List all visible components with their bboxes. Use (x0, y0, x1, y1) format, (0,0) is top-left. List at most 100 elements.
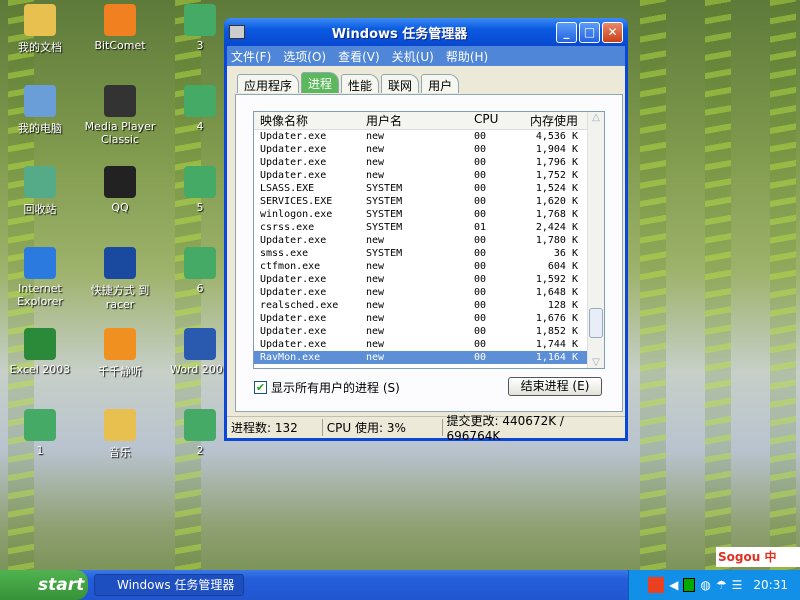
scroll-down-icon[interactable]: ▽ (588, 357, 604, 368)
process-cell: 00 (474, 144, 487, 155)
menu-help[interactable]: 帮助(H) (446, 48, 488, 65)
process-cell: 00 (474, 196, 487, 207)
process-cell: 00 (474, 287, 487, 298)
end-process-button[interactable]: 结束进程 (E) (508, 377, 602, 396)
process-cell: SYSTEM (366, 209, 403, 220)
process-row[interactable]: SERVICES.EXE SYSTEM 00 1,620 K (254, 195, 604, 208)
desktop-icon-label: 2 (196, 444, 204, 457)
menu-view[interactable]: 查看(V) (338, 48, 380, 65)
process-list[interactable]: 映像名称 用户名 CPU 内存使用 Updater.exe new 00 4,536 … (253, 111, 605, 369)
start-button[interactable]: start (0, 570, 88, 600)
desktop-icon[interactable]: 回收站 (0, 166, 80, 217)
ime-toolbar[interactable]: Sogou 中 (716, 547, 800, 567)
process-cell: SYSTEM (366, 222, 403, 233)
process-row[interactable]: Updater.exe new 00 4,536 K (254, 130, 604, 143)
menu-options[interactable]: 选项(O) (283, 48, 326, 65)
process-cell: 1,676 K (535, 313, 578, 324)
process-cell: 00 (474, 339, 487, 350)
process-row[interactable]: ctfmon.exe new 00 604 K (254, 260, 604, 273)
process-row[interactable]: Updater.exe new 00 1,592 K (254, 273, 604, 286)
sogou-tray-icon[interactable] (648, 577, 665, 593)
antivirus-icon[interactable]: ☰ (732, 578, 743, 592)
tab-2[interactable]: 性能 (341, 74, 380, 93)
show-hidden-icons-icon[interactable]: ◀ (669, 578, 678, 592)
column-image-name[interactable]: 映像名称 (254, 112, 360, 129)
process-row[interactable]: winlogon.exe SYSTEM 00 1,768 K (254, 208, 604, 221)
process-cell: new (366, 313, 385, 324)
tab-3[interactable]: 联网 (381, 74, 420, 93)
vertical-scrollbar[interactable]: △ ▽ (587, 112, 604, 368)
process-row[interactable]: LSASS.EXE SYSTEM 00 1,524 K (254, 182, 604, 195)
tab-0[interactable]: 应用程序 (237, 74, 300, 93)
scrollbar-thumb[interactable] (589, 308, 603, 338)
taskbar-item-task-manager[interactable]: Windows 任务管理器 (94, 574, 244, 596)
desktop-icon[interactable]: 快捷方式 到 racer (80, 247, 160, 311)
taskbar: start Windows 任务管理器 ◀ ◍ ☂ ☰ 20:31 (0, 570, 800, 600)
process-cell: 00 (474, 235, 487, 246)
process-row[interactable]: Updater.exe new 00 1,744 K (254, 338, 604, 351)
desktop-icon[interactable]: QQ (80, 166, 160, 214)
process-cell: 1,768 K (535, 209, 578, 220)
network-icon[interactable]: ◍ (700, 578, 710, 592)
bitcomet-icon (104, 4, 136, 36)
tab-4[interactable]: 用户 (421, 74, 460, 93)
close-button[interactable]: ✕ (602, 21, 623, 43)
desktop-icon[interactable]: Excel 2003 (0, 328, 80, 376)
process-row[interactable]: Updater.exe new 00 1,752 K (254, 169, 604, 182)
column-memory[interactable]: 内存使用 (510, 112, 584, 129)
process-row[interactable]: Updater.exe new 00 1,780 K (254, 234, 604, 247)
title-bar[interactable]: Windows 任务管理器 _ □ ✕ (224, 18, 628, 46)
desktop-icon-label: 我的文档 (18, 41, 62, 54)
desktop-icon[interactable]: BitComet (80, 4, 160, 52)
desktop-icon[interactable]: 我的文档 (0, 4, 80, 55)
process-cell: new (366, 326, 385, 337)
minimize-button[interactable]: _ (556, 21, 577, 43)
desktop-icon[interactable]: Internet Explorer (0, 247, 80, 308)
desktop-icon-label: 音乐 (109, 446, 131, 459)
checkmark-icon[interactable]: ✔ (254, 381, 267, 394)
process-row[interactable]: smss.exe SYSTEM 00 36 K (254, 247, 604, 260)
background-vine (640, 0, 666, 570)
cpu-meter-icon[interactable] (683, 578, 696, 592)
media-file-icon (184, 4, 216, 36)
tab-1[interactable]: 进程 (301, 72, 340, 93)
process-cell: Updater.exe (260, 144, 327, 155)
desktop-icon[interactable]: 音乐 (80, 409, 160, 460)
media-file-icon (184, 85, 216, 117)
scroll-up-icon[interactable]: △ (588, 112, 604, 123)
process-cell: 00 (474, 248, 487, 259)
process-cell: new (366, 170, 385, 181)
clock[interactable]: 20:31 (753, 578, 788, 592)
window-title: Windows 任务管理器 (331, 26, 468, 42)
process-row[interactable]: Updater.exe new 00 1,904 K (254, 143, 604, 156)
process-cell: Updater.exe (260, 287, 327, 298)
process-cell: new (366, 287, 385, 298)
process-row[interactable]: Updater.exe new 00 1,676 K (254, 312, 604, 325)
process-row[interactable]: realsched.exe new 00 128 K (254, 299, 604, 312)
desktop-icon[interactable]: Media Player Classic (80, 85, 160, 146)
process-cell: 1,752 K (535, 170, 578, 181)
umbrella-icon[interactable]: ☂ (716, 578, 727, 592)
media-file-icon (184, 166, 216, 198)
process-cell: 00 (474, 183, 487, 194)
desktop-icon-label: Media Player Classic (84, 120, 156, 146)
process-row[interactable]: Updater.exe new 00 1,796 K (254, 156, 604, 169)
desktop-icon[interactable]: 我的电脑 (0, 85, 80, 136)
process-cell: 00 (474, 274, 487, 285)
background-vine (770, 0, 796, 570)
column-cpu[interactable]: CPU (468, 112, 510, 129)
menu-shutdown[interactable]: 关机(U) (392, 48, 434, 65)
menu-file[interactable]: 文件(F) (231, 48, 271, 65)
process-cell: Updater.exe (260, 157, 327, 168)
show-all-users-checkbox[interactable]: ✔ 显示所有用户的进程 (S) (254, 379, 400, 396)
system-tray: ◀ ◍ ☂ ☰ 20:31 (628, 570, 800, 600)
column-user-name[interactable]: 用户名 (360, 112, 468, 129)
process-row[interactable]: csrss.exe SYSTEM 01 2,424 K (254, 221, 604, 234)
process-row[interactable]: Updater.exe new 00 1,648 K (254, 286, 604, 299)
desktop-icon[interactable]: 千千静听 (80, 328, 160, 379)
process-cell: 01 (474, 222, 487, 233)
process-row[interactable]: RavMon.exe new 00 1,164 K (254, 351, 604, 364)
desktop-icon[interactable]: 1 (0, 409, 80, 457)
maximize-button[interactable]: □ (579, 21, 600, 43)
process-row[interactable]: Updater.exe new 00 1,852 K (254, 325, 604, 338)
